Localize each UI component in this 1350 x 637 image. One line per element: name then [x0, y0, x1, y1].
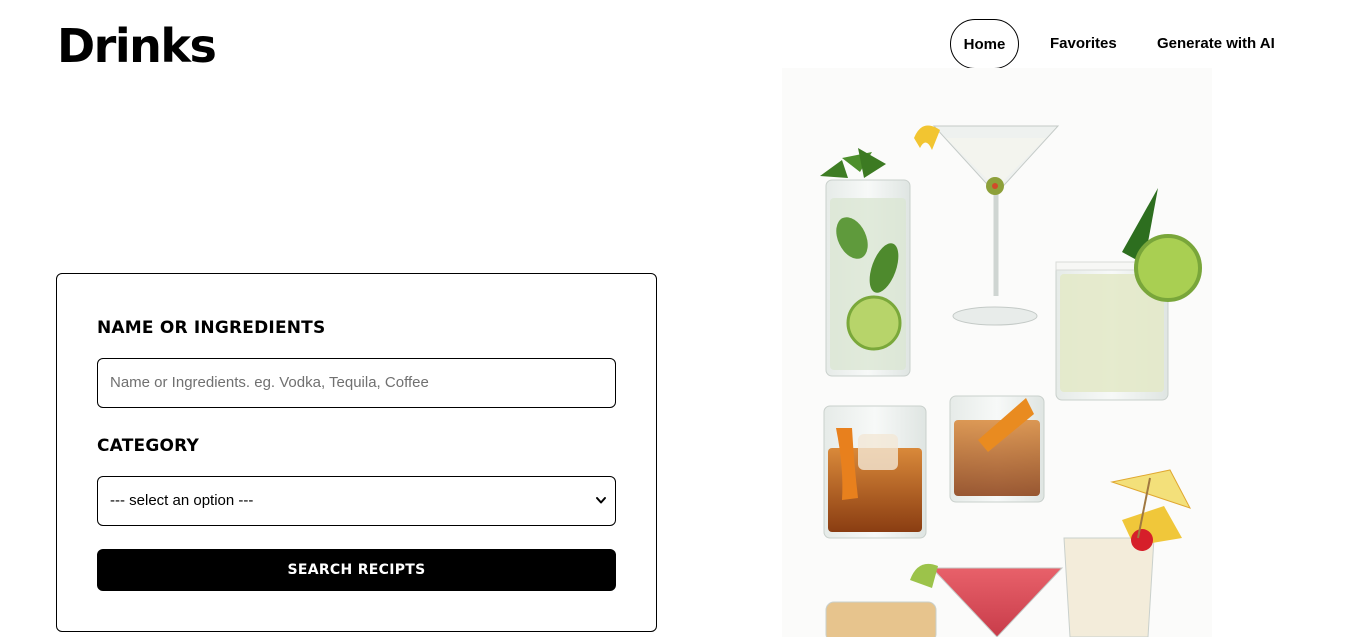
category-label: CATEGORY	[97, 436, 199, 456]
category-select-value: --- select an option ---	[110, 492, 254, 509]
cocktails-illustration	[820, 125, 1202, 637]
cocktails-hero-image	[782, 68, 1212, 637]
nav-generate-ai-link[interactable]: Generate with AI	[1157, 19, 1275, 69]
category-select[interactable]: --- select an option ---	[97, 476, 616, 526]
martini-glass	[914, 125, 1060, 326]
search-form-card: NAME OR INGREDIENTS Name or Ingredients.…	[56, 273, 657, 632]
nav-favorites-link[interactable]: Favorites	[1050, 19, 1117, 69]
name-ingredients-label: NAME OR INGREDIENTS	[97, 318, 326, 338]
search-recipes-button[interactable]: SEARCH RECIPTS	[97, 549, 616, 591]
site-logo[interactable]: Drinks	[57, 18, 217, 74]
margarita-glass	[1055, 188, 1202, 401]
small-glass	[825, 601, 937, 637]
chevron-down-icon	[596, 497, 606, 504]
old-fashioned-glass	[823, 405, 927, 539]
name-ingredients-input[interactable]: Name or Ingredients. eg. Vodka, Tequila,…	[97, 358, 616, 408]
mojito-glass	[820, 148, 911, 377]
nav-home-link[interactable]: Home	[950, 19, 1019, 69]
whiskey-glass	[949, 395, 1045, 503]
pina-colada-glass	[1063, 469, 1192, 637]
